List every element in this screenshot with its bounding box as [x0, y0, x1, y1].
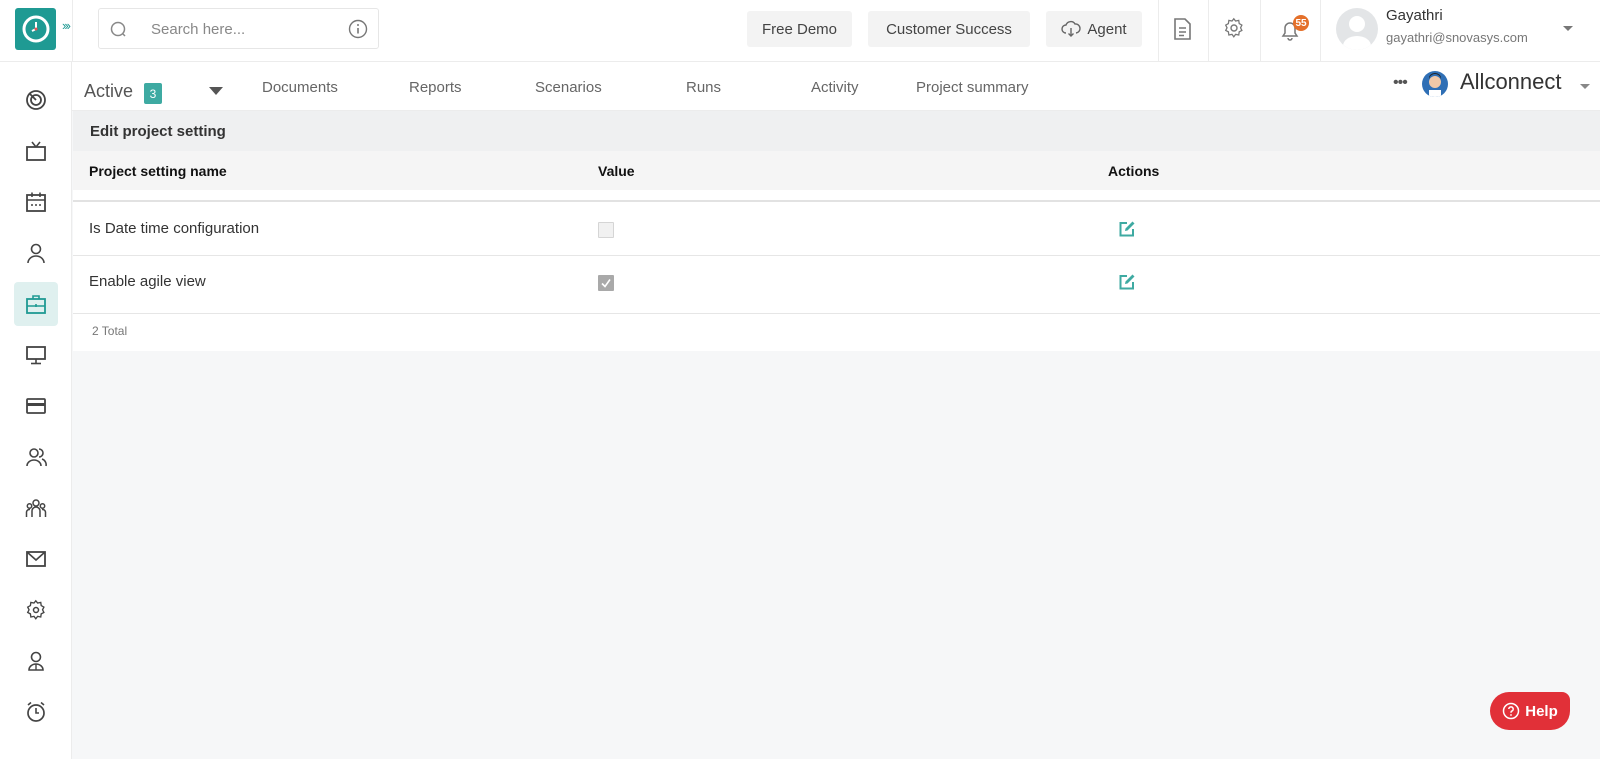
divider	[1260, 0, 1261, 62]
sidebar	[0, 62, 72, 759]
tab-scenarios[interactable]: Scenarios	[535, 79, 602, 96]
sidebar-item-monitor[interactable]	[14, 333, 58, 377]
project-avatar	[1422, 71, 1448, 97]
settings-icon[interactable]	[1223, 17, 1245, 39]
monitor-icon	[26, 346, 46, 365]
edit-icon[interactable]	[1118, 273, 1136, 291]
settings-icon	[26, 599, 45, 620]
agent-label: Agent	[1087, 20, 1127, 38]
help-label: Help	[1525, 702, 1558, 720]
status-count-badge: 3	[144, 83, 162, 104]
sidebar-item-billing[interactable]	[14, 384, 58, 428]
clock-icon	[22, 15, 49, 43]
divider	[73, 190, 1600, 202]
credit-card-icon	[26, 398, 46, 414]
customer-success-button[interactable]: Customer Success	[868, 11, 1030, 47]
column-header-value: Value	[598, 163, 635, 179]
user-name: Gayathri	[1386, 7, 1443, 24]
question-circle-icon	[1502, 702, 1520, 720]
tab-documents[interactable]: Documents	[262, 79, 338, 96]
app-logo[interactable]	[15, 8, 56, 50]
user-email: gayathri@snovasys.com	[1386, 30, 1528, 45]
check-icon	[601, 279, 611, 288]
triple-chevron-right-icon[interactable]: ›››	[62, 18, 71, 33]
tab-runs[interactable]: Runs	[686, 79, 721, 96]
sidebar-item-mail[interactable]	[14, 537, 58, 581]
users-icon	[26, 448, 47, 467]
info-icon[interactable]	[348, 19, 368, 39]
sidebar-item-team[interactable]	[14, 486, 58, 530]
divider	[1208, 0, 1209, 62]
sidebar-item-alarm[interactable]	[14, 690, 58, 734]
agent-button[interactable]: Agent	[1046, 11, 1142, 47]
briefcase-icon	[26, 295, 46, 314]
edit-icon[interactable]	[1118, 220, 1136, 238]
table-row: Is Date time configuration	[73, 204, 1600, 256]
total-count: 2 Total	[92, 324, 128, 338]
sidebar-item-employee[interactable]	[14, 639, 58, 683]
search-input[interactable]	[151, 18, 331, 40]
chevron-down-icon[interactable]	[1563, 26, 1573, 31]
setting-value-checkbox[interactable]	[598, 275, 614, 291]
user-icon	[27, 243, 45, 264]
chevron-down-icon[interactable]	[209, 87, 223, 95]
free-demo-label: Free Demo	[761, 20, 838, 38]
sidebar-item-users[interactable]	[14, 435, 58, 479]
divider	[1320, 0, 1321, 62]
document-icon[interactable]	[1171, 17, 1193, 41]
table-row: Enable agile view	[73, 257, 1600, 314]
setting-name: Is Date time configuration	[89, 220, 260, 237]
calendar-icon	[26, 192, 46, 212]
avatar[interactable]	[1336, 8, 1378, 50]
sidebar-item-settings[interactable]	[14, 588, 58, 632]
search-icon	[110, 21, 126, 37]
mail-icon	[26, 551, 46, 567]
divider	[72, 0, 73, 62]
sidebar-item-tv[interactable]	[14, 129, 58, 173]
tab-project-summary[interactable]: Project summary	[916, 79, 1029, 96]
divider	[1158, 0, 1159, 62]
tab-reports[interactable]: Reports	[409, 79, 462, 96]
setting-name: Enable agile view	[89, 273, 206, 290]
chevron-down-icon[interactable]	[1580, 84, 1590, 89]
status-filter-label[interactable]: Active	[84, 81, 133, 102]
table-header: Project setting name Value Actions	[73, 151, 1600, 190]
user-silhouette-icon	[1343, 16, 1371, 50]
project-name[interactable]: Allconnect	[1460, 69, 1562, 95]
sidebar-item-projects[interactable]	[14, 282, 58, 326]
panel-title: Edit project setting	[73, 111, 1600, 151]
setting-value-checkbox[interactable]	[598, 222, 614, 238]
employee-icon	[28, 651, 44, 671]
project-subnav: Active 3 Documents Reports Scenarios Run…	[72, 62, 1600, 111]
sidebar-item-dashboard[interactable]	[14, 78, 58, 122]
column-header-name: Project setting name	[89, 163, 227, 179]
notification-badge: 55	[1293, 15, 1309, 31]
tv-icon	[26, 141, 46, 161]
help-button[interactable]: Help	[1490, 692, 1570, 730]
dashboard-target-icon	[26, 90, 46, 110]
top-bar: ››› Free Demo Customer Success Agent	[0, 0, 1600, 62]
customer-success-label: Customer Success	[886, 20, 1012, 38]
sidebar-item-calendar[interactable]	[14, 180, 58, 224]
more-options-icon[interactable]: •••	[1393, 74, 1408, 92]
team-icon	[25, 499, 47, 517]
alarm-clock-icon	[27, 701, 45, 722]
cloud-download-icon	[1061, 20, 1082, 37]
project-settings-panel: Edit project setting Project setting nam…	[73, 111, 1600, 351]
column-header-actions: Actions	[1108, 163, 1160, 179]
search-box	[98, 8, 379, 49]
sidebar-item-user[interactable]	[14, 231, 58, 275]
person-photo-icon	[1429, 73, 1441, 97]
free-demo-button[interactable]: Free Demo	[747, 11, 852, 47]
tab-activity[interactable]: Activity	[811, 79, 859, 96]
